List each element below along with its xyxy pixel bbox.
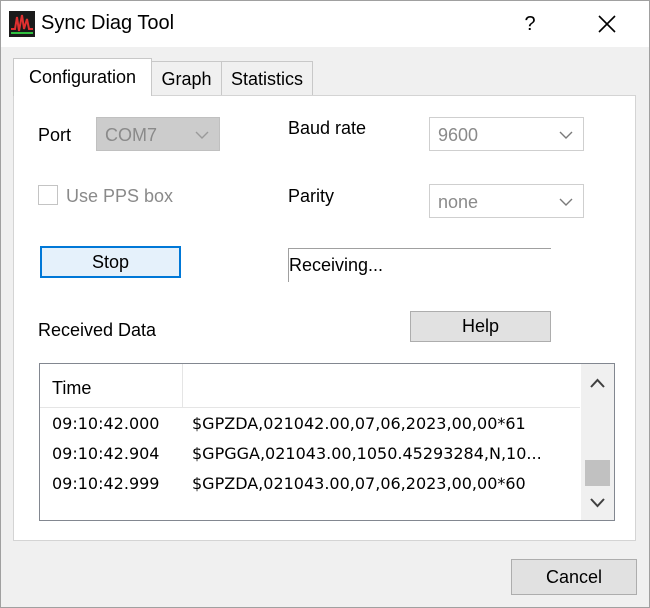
row-time: 09:10:42.999 bbox=[52, 474, 160, 493]
chevron-up-icon bbox=[590, 378, 605, 388]
close-icon bbox=[598, 15, 616, 33]
chevron-down-icon bbox=[559, 198, 573, 206]
port-label: Port bbox=[38, 125, 72, 145]
list-header: Time bbox=[40, 364, 580, 408]
app-icon bbox=[9, 11, 35, 37]
scrollbar-thumb[interactable] bbox=[585, 460, 610, 486]
title-help-button[interactable]: ? bbox=[516, 9, 544, 39]
use-pps-checkbox bbox=[38, 185, 58, 205]
cancel-button[interactable]: Cancel bbox=[511, 559, 637, 595]
parity-value: none bbox=[438, 192, 479, 212]
tab-statistics[interactable]: Statistics bbox=[221, 61, 313, 95]
row-data: $GPGGA,021043.00,1050.45293284,N,10... bbox=[192, 444, 542, 463]
scroll-up-button[interactable] bbox=[581, 370, 614, 398]
chevron-down-icon bbox=[559, 131, 573, 139]
scroll-down-button[interactable] bbox=[581, 488, 614, 516]
title-bar: Sync Diag Tool ? bbox=[1, 1, 649, 47]
help-button[interactable]: Help bbox=[410, 311, 551, 342]
tab-graph[interactable]: Graph bbox=[151, 61, 222, 95]
vertical-scrollbar[interactable] bbox=[581, 364, 614, 520]
port-value: COM7 bbox=[105, 125, 158, 145]
column-divider[interactable] bbox=[182, 364, 183, 407]
row-time: 09:10:42.000 bbox=[52, 414, 160, 433]
parity-select[interactable]: none bbox=[429, 184, 584, 218]
row-data: $GPZDA,021043.00,07,06,2023,00,00*60 bbox=[192, 474, 526, 493]
baud-rate-label: Baud rate bbox=[288, 118, 367, 138]
window-title: Sync Diag Tool bbox=[41, 12, 175, 34]
port-select: COM7 bbox=[96, 117, 220, 151]
column-header-time[interactable]: Time bbox=[52, 378, 91, 399]
parity-label: Parity bbox=[288, 186, 335, 206]
received-data-list[interactable]: Time 09:10:42.000 $GPZDA,021042.00,07,06… bbox=[39, 363, 615, 521]
row-time: 09:10:42.904 bbox=[52, 444, 160, 463]
chevron-down-icon bbox=[590, 498, 605, 508]
status-text: Receiving... bbox=[289, 255, 384, 275]
chevron-down-icon bbox=[195, 131, 209, 139]
baud-rate-select[interactable]: 9600 bbox=[429, 117, 584, 151]
row-data: $GPZDA,021042.00,07,06,2023,00,00*61 bbox=[192, 414, 526, 433]
dialog-window: Sync Diag Tool ? Configuration Graph Sta… bbox=[0, 0, 650, 608]
tab-configuration[interactable]: Configuration bbox=[13, 58, 152, 96]
received-data-label: Received Data bbox=[38, 320, 157, 340]
status-field: Receiving... bbox=[288, 248, 551, 282]
use-pps-label: Use PPS box bbox=[66, 186, 174, 206]
stop-button[interactable]: Stop bbox=[40, 246, 181, 278]
baud-rate-value: 9600 bbox=[438, 125, 479, 145]
close-button[interactable] bbox=[591, 9, 623, 39]
